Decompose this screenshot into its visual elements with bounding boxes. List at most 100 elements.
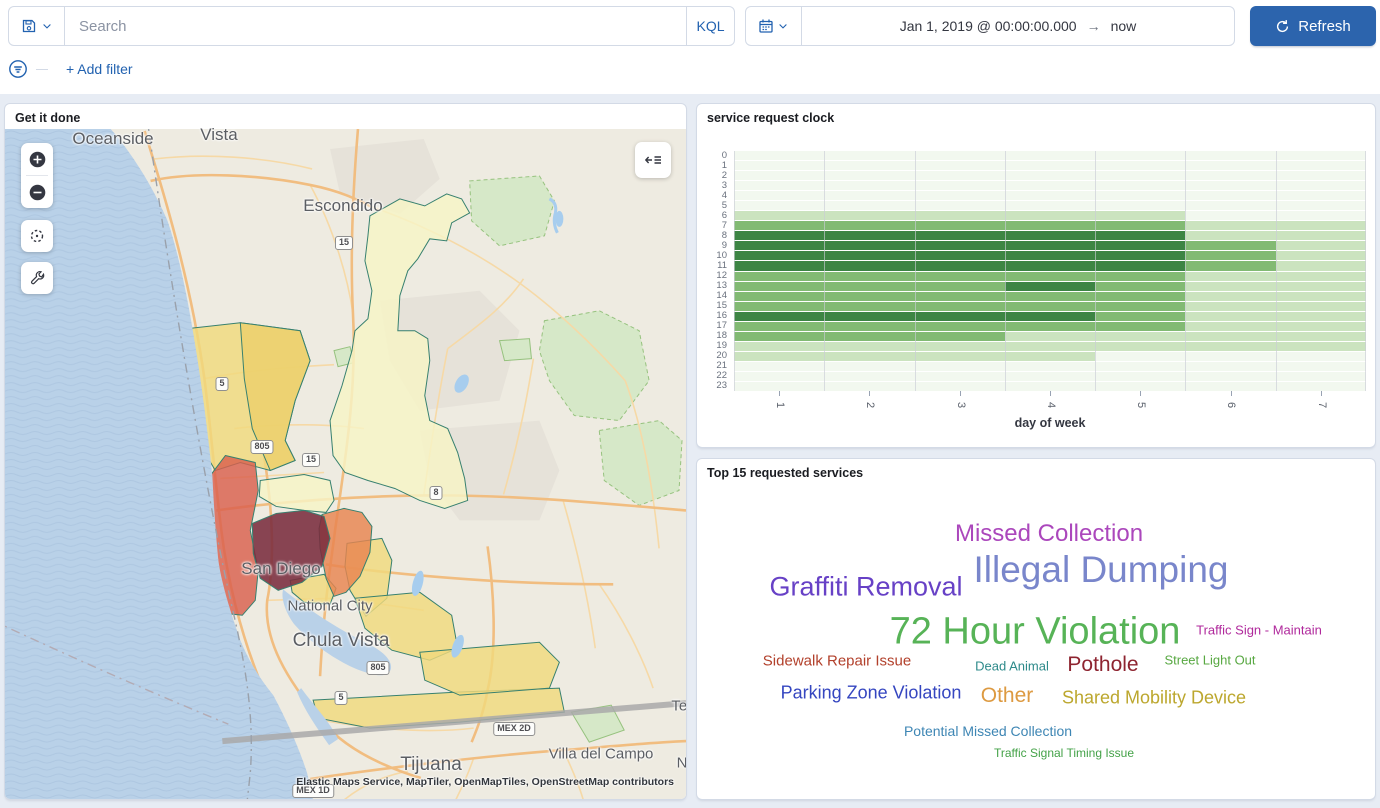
heatmap-cell-h21-d2[interactable] [824, 362, 914, 371]
heatmap-cell-h13-d2[interactable] [824, 282, 914, 291]
tag-other[interactable]: Other [981, 684, 1034, 708]
heatmap-cell-h17-d7[interactable] [1276, 322, 1366, 331]
heatmap-cell-h20-d1[interactable] [734, 352, 824, 361]
tag-street-light-out[interactable]: Street Light Out [1164, 653, 1255, 668]
heatmap-cell-h15-d1[interactable] [734, 302, 824, 311]
heatmap-cell-h21-d4[interactable] [1005, 362, 1095, 371]
heatmap-cell-h0-d7[interactable] [1276, 151, 1366, 160]
heatmap-cell-h8-d7[interactable] [1276, 231, 1366, 240]
heatmap-cell-h16-d7[interactable] [1276, 312, 1366, 321]
heatmap-cell-h11-d4[interactable] [1005, 261, 1095, 270]
heatmap-cell-h8-d1[interactable] [734, 231, 824, 240]
heatmap-cell-h14-d3[interactable] [915, 292, 1005, 301]
heatmap-cell-h7-d6[interactable] [1185, 221, 1275, 230]
heatmap-cell-h10-d7[interactable] [1276, 251, 1366, 260]
heatmap-cell-h23-d4[interactable] [1005, 382, 1095, 391]
heatmap-cell-h19-d6[interactable] [1185, 342, 1275, 351]
tag-pothole[interactable]: Pothole [1067, 653, 1138, 677]
heatmap-cell-h23-d2[interactable] [824, 382, 914, 391]
heatmap-cell-h10-d4[interactable] [1005, 251, 1095, 260]
heatmap-cell-h3-d6[interactable] [1185, 181, 1275, 190]
heatmap-cell-h13-d5[interactable] [1095, 282, 1185, 291]
heatmap-cell-h15-d6[interactable] [1185, 302, 1275, 311]
heatmap-cell-h8-d3[interactable] [915, 231, 1005, 240]
heatmap-cell-h6-d7[interactable] [1276, 211, 1366, 220]
heatmap-cell-h2-d1[interactable] [734, 171, 824, 180]
heatmap-cell-h21-d1[interactable] [734, 362, 824, 371]
heatmap-cell-h8-d6[interactable] [1185, 231, 1275, 240]
heatmap-cell-h4-d5[interactable] [1095, 191, 1185, 200]
tag-illegal-dumping[interactable]: Illegal Dumping [973, 549, 1228, 591]
heatmap-cell-h4-d2[interactable] [824, 191, 914, 200]
heatmap-cell-h6-d3[interactable] [915, 211, 1005, 220]
heatmap-cell-h3-d5[interactable] [1095, 181, 1185, 190]
tag-72-hour-violation[interactable]: 72 Hour Violation [890, 611, 1181, 654]
heatmap-cell-h18-d6[interactable] [1185, 332, 1275, 341]
map-attribution[interactable]: Elastic Maps Service, MapTiler, OpenMapT… [296, 776, 674, 788]
heatmap-cell-h11-d7[interactable] [1276, 261, 1366, 270]
heatmap-cell-h5-d1[interactable] [734, 201, 824, 210]
heatmap-cell-h7-d4[interactable] [1005, 221, 1095, 230]
heatmap-cell-h1-d5[interactable] [1095, 161, 1185, 170]
heatmap-grid[interactable] [734, 151, 1366, 391]
heatmap-cell-h3-d1[interactable] [734, 181, 824, 190]
heatmap-cell-h13-d3[interactable] [915, 282, 1005, 291]
heatmap-cell-h23-d1[interactable] [734, 382, 824, 391]
kql-button[interactable]: KQL [686, 7, 734, 45]
heatmap-cell-h14-d2[interactable] [824, 292, 914, 301]
heatmap-cell-h8-d4[interactable] [1005, 231, 1095, 240]
heatmap-cell-h13-d7[interactable] [1276, 282, 1366, 291]
heatmap-cell-h4-d3[interactable] [915, 191, 1005, 200]
tag-shared-mobility-device[interactable]: Shared Mobility Device [1062, 688, 1246, 709]
heatmap-cell-h8-d5[interactable] [1095, 231, 1185, 240]
zoom-in-button[interactable] [21, 143, 53, 175]
heatmap-cell-h11-d3[interactable] [915, 261, 1005, 270]
heatmap-cell-h6-d2[interactable] [824, 211, 914, 220]
heatmap-cell-h19-d2[interactable] [824, 342, 914, 351]
heatmap-cell-h12-d2[interactable] [824, 272, 914, 281]
heatmap-cell-h1-d2[interactable] [824, 161, 914, 170]
heatmap-cell-h19-d4[interactable] [1005, 342, 1095, 351]
tag-graffiti-removal[interactable]: Graffiti Removal [769, 572, 962, 603]
heatmap-cell-h5-d3[interactable] [915, 201, 1005, 210]
tag-sidewalk-repair-issue[interactable]: Sidewalk Repair Issue [763, 653, 911, 670]
heatmap-cell-h13-d6[interactable] [1185, 282, 1275, 291]
filter-circle-icon[interactable] [8, 59, 28, 79]
heatmap-cell-h2-d3[interactable] [915, 171, 1005, 180]
heatmap-cell-h5-d6[interactable] [1185, 201, 1275, 210]
heatmap-cell-h12-d7[interactable] [1276, 272, 1366, 281]
heatmap-cell-h18-d4[interactable] [1005, 332, 1095, 341]
heatmap-cell-h20-d2[interactable] [824, 352, 914, 361]
heatmap-cell-h11-d1[interactable] [734, 261, 824, 270]
tag-parking-zone-violation[interactable]: Parking Zone Violation [781, 683, 962, 704]
refresh-button[interactable]: Refresh [1250, 6, 1376, 46]
heatmap-cell-h9-d5[interactable] [1095, 241, 1185, 250]
heatmap-cell-h6-d4[interactable] [1005, 211, 1095, 220]
heatmap-cell-h3-d3[interactable] [915, 181, 1005, 190]
tag-missed-collection[interactable]: Missed Collection [955, 520, 1143, 548]
heatmap-cell-h0-d5[interactable] [1095, 151, 1185, 160]
heatmap-cell-h12-d5[interactable] [1095, 272, 1185, 281]
heatmap-cell-h9-d3[interactable] [915, 241, 1005, 250]
heatmap-cell-h7-d2[interactable] [824, 221, 914, 230]
heatmap-cell-h17-d4[interactable] [1005, 322, 1095, 331]
heatmap-cell-h17-d6[interactable] [1185, 322, 1275, 331]
heatmap-cell-h10-d2[interactable] [824, 251, 914, 260]
tag-dead-animal[interactable]: Dead Animal [975, 659, 1049, 674]
heatmap-cell-h18-d5[interactable] [1095, 332, 1185, 341]
heatmap-cell-h16-d1[interactable] [734, 312, 824, 321]
heatmap-cell-h2-d6[interactable] [1185, 171, 1275, 180]
heatmap-cell-h11-d5[interactable] [1095, 261, 1185, 270]
heatmap-cell-h22-d4[interactable] [1005, 372, 1095, 381]
heatmap-cell-h15-d2[interactable] [824, 302, 914, 311]
date-picker-calendar-button[interactable] [746, 7, 802, 45]
heatmap-cell-h17-d2[interactable] [824, 322, 914, 331]
heatmap-cell-h1-d3[interactable] [915, 161, 1005, 170]
heatmap-cell-h0-d2[interactable] [824, 151, 914, 160]
fit-to-data-button[interactable] [21, 220, 53, 252]
heatmap-cell-h4-d6[interactable] [1185, 191, 1275, 200]
heatmap-cell-h20-d4[interactable] [1005, 352, 1095, 361]
heatmap-cell-h13-d1[interactable] [734, 282, 824, 291]
heatmap-cell-h22-d6[interactable] [1185, 372, 1275, 381]
heatmap-cell-h7-d5[interactable] [1095, 221, 1185, 230]
